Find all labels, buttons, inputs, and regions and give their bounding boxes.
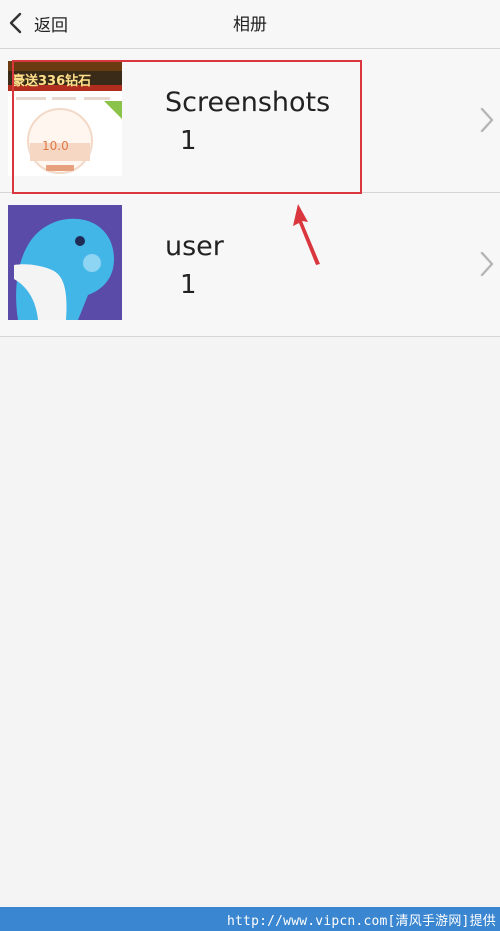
album-thumbnail-screenshots: 豪送336钻石 10.0 (8, 61, 122, 176)
album-count: 1 (180, 270, 197, 300)
app-screen: 返回 相册 豪送336钻石 10.0 Screenshots 1 user 1 … (0, 0, 500, 931)
chevron-right-icon (480, 107, 494, 137)
album-list: 豪送336钻石 10.0 Screenshots 1 user 1 (0, 49, 500, 337)
thumbnail-value-text: 10.0 (42, 139, 69, 153)
thumbnail-banner-text: 豪送336钻石 (12, 74, 92, 89)
watermark-bar: http://www.vipcn.com[清风手游网]提供 (0, 907, 500, 931)
album-row-screenshots[interactable]: 豪送336钻石 10.0 Screenshots 1 (0, 49, 500, 193)
album-name: user (165, 231, 224, 262)
chevron-right-icon (480, 251, 494, 281)
album-count: 1 (180, 126, 197, 156)
top-bar: 返回 相册 (0, 0, 500, 49)
watermark-text: http://www.vipcn.com[清风手游网]提供 (227, 914, 496, 929)
album-name: Screenshots (165, 87, 331, 118)
album-row-user[interactable]: user 1 (0, 193, 500, 337)
page-title: 相册 (233, 15, 267, 35)
album-thumbnail-user (8, 205, 122, 320)
